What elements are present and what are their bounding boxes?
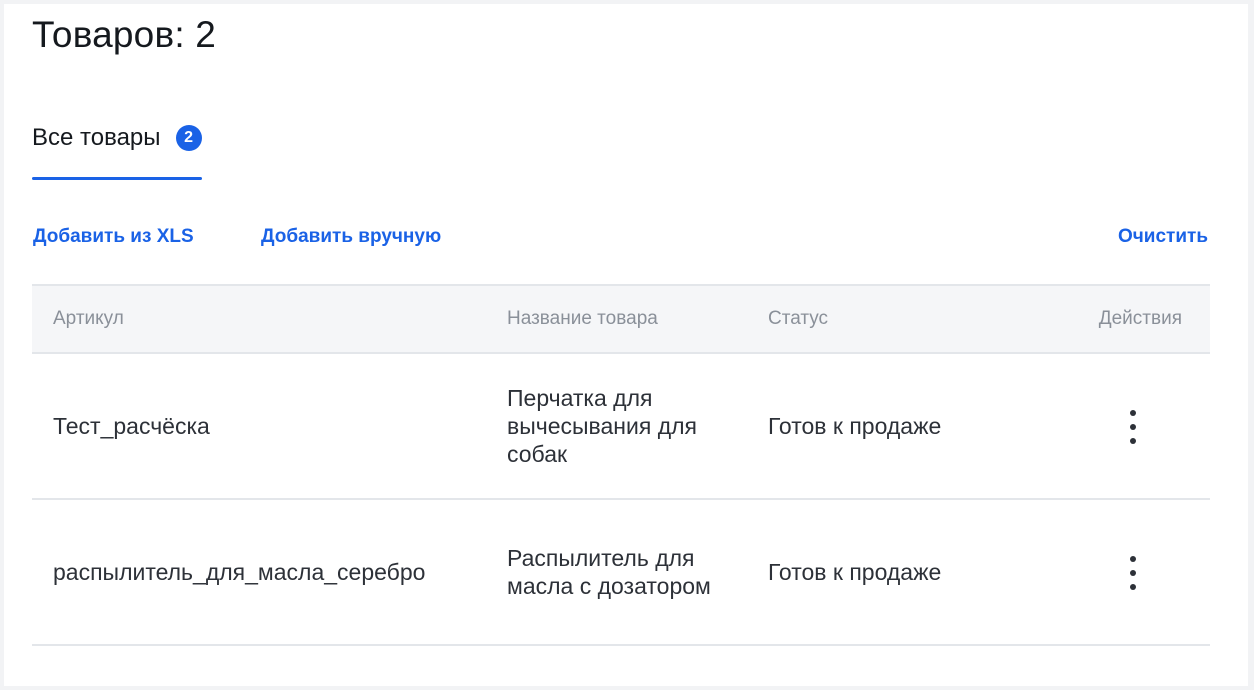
column-header-status: Статус [768, 308, 829, 329]
tab-count-badge: 2 [175, 125, 202, 151]
tab-bar: Все товары 2 [32, 114, 202, 180]
add-manually-link[interactable]: Добавить вручную [261, 224, 441, 250]
cell-name: Распылитель для масла с дозатором [507, 545, 711, 599]
active-tab-indicator [32, 177, 202, 180]
page-title: Товаров: 2 [32, 14, 217, 55]
cell-name: Перчатка для вычесывания для собак [507, 385, 697, 467]
clear-link[interactable]: Очистить [1118, 224, 1208, 250]
kebab-dot [1130, 584, 1136, 590]
cell-article: Тест_расчёска [53, 413, 210, 439]
table-row: Тест_расчёска Перчатка для вычесывания д… [32, 354, 1210, 500]
kebab-dot [1130, 424, 1136, 430]
kebab-dot [1130, 438, 1136, 444]
table-row: распылитель_для_масла_серебро Распылител… [32, 500, 1210, 646]
kebab-dot [1130, 556, 1136, 562]
cell-status: Готов к продаже [768, 559, 942, 585]
kebab-dot [1130, 570, 1136, 576]
add-from-xls-link[interactable]: Добавить из XLS [33, 224, 194, 250]
cell-status: Готов к продаже [768, 413, 942, 439]
column-header-article: Артикул [53, 308, 124, 329]
cell-article: распылитель_для_масла_серебро [53, 559, 426, 585]
products-panel: Товаров: 2 Все товары 2 Добавить из XLS … [4, 4, 1248, 686]
kebab-dot [1130, 410, 1136, 416]
column-header-name: Название товара [507, 308, 658, 329]
tab-all-products[interactable]: Все товары 2 [32, 114, 202, 180]
tab-all-products-label: Все товары [32, 124, 161, 151]
column-header-actions: Действия [1098, 308, 1182, 329]
table-header: Артикул Название товара Статус Действия [32, 284, 1210, 354]
more-vertical-icon[interactable] [1118, 556, 1148, 590]
more-vertical-icon[interactable] [1118, 410, 1148, 444]
products-table: Артикул Название товара Статус Действия … [32, 284, 1210, 646]
